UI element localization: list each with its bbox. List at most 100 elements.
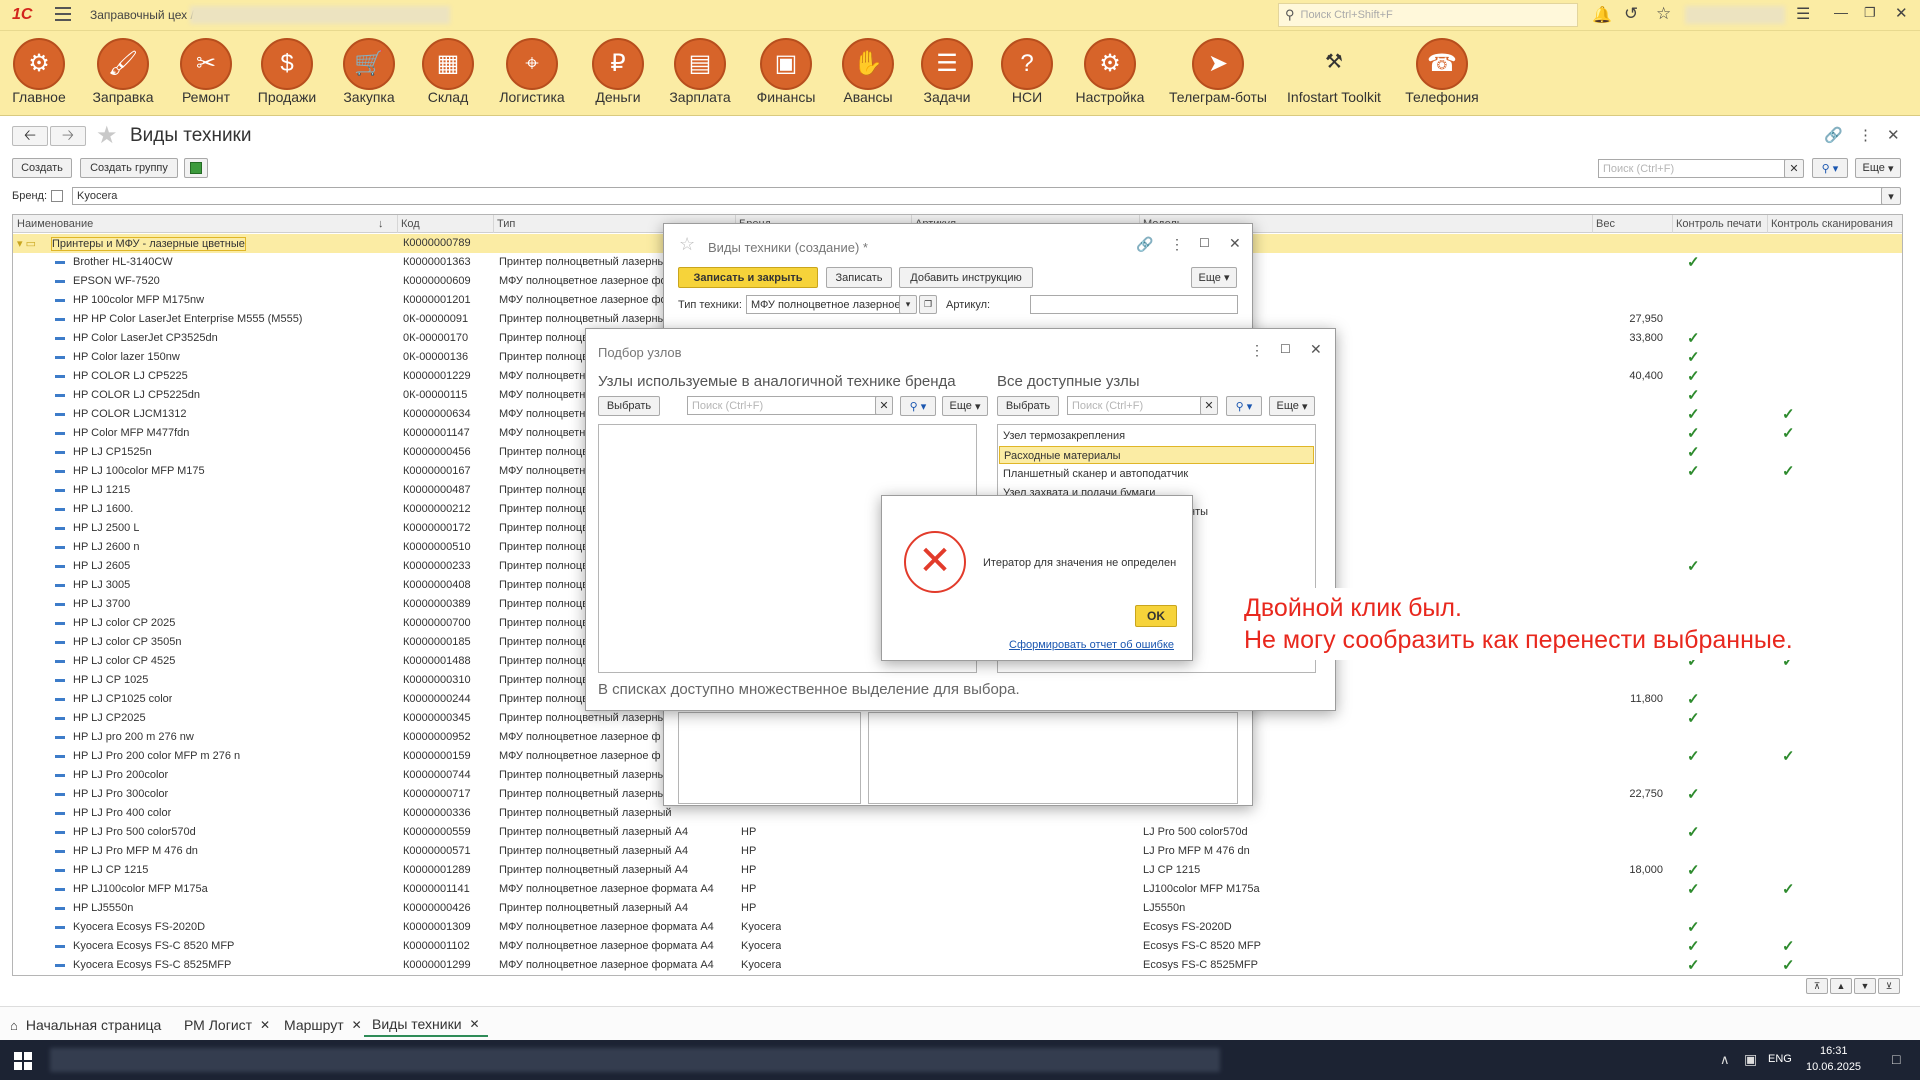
settings-menu-icon[interactable]: ☰	[1796, 4, 1810, 24]
table-row[interactable]: HP LJ Pro 400 color К0000000336 Принтер по…	[13, 804, 1902, 823]
window-menu-icon[interactable]: ⋮	[1250, 342, 1264, 359]
window-close-icon[interactable]: ✕	[1310, 341, 1322, 358]
brand-filter-field[interactable]: Kyocera	[72, 187, 1883, 205]
menu-icon[interactable]	[55, 7, 71, 21]
close-tab-icon[interactable]: ✕	[470, 1017, 480, 1031]
sort-desc-icon[interactable]: ↓	[378, 218, 384, 230]
notifications-icon[interactable]: □	[1892, 1051, 1900, 1067]
error-report-link[interactable]: Сформировать отчет об ошибке	[1009, 639, 1174, 651]
window-close-icon[interactable]: ✕	[1229, 235, 1241, 252]
section-phone[interactable]: ☎ Телефония	[1382, 31, 1502, 116]
brand-dropdown-button[interactable]: ▾	[1881, 187, 1901, 205]
cell-code: К0000000244	[403, 693, 471, 705]
add-instruction-button[interactable]: Добавить инструкцию	[899, 267, 1033, 288]
ok-button[interactable]: OK	[1135, 605, 1177, 627]
forward-button[interactable]: 🡢	[50, 126, 86, 146]
table-row[interactable]: Kyocera Ecosys FS-2020D К0000001309 МФУ по…	[13, 918, 1902, 937]
column-header[interactable]: Тип	[497, 218, 515, 230]
link-icon[interactable]: 🔗	[1136, 236, 1153, 253]
type-field[interactable]: МФУ полноцветное лазерное	[746, 295, 901, 314]
left-search-clear-button[interactable]: ✕	[875, 396, 893, 415]
instruction-details[interactable]	[868, 712, 1238, 804]
table-row[interactable]: HP LJ Pro MFP M 476 dn К0000000571 Принтер…	[13, 842, 1902, 861]
create-group-button[interactable]: Создать группу	[80, 158, 178, 178]
favorite-star-icon[interactable]: ★	[96, 121, 118, 150]
print-check-icon: ✓	[1687, 824, 1700, 841]
save-and-close-button[interactable]: Записать и закрыть	[678, 267, 818, 288]
table-row[interactable]: HP LJ CP 1215 К0000001289 Принтер полноцве…	[13, 861, 1902, 880]
save-button[interactable]: Записать	[826, 267, 892, 288]
create-more-button[interactable]: Еще ▾	[1191, 267, 1237, 288]
brand-checkbox[interactable]	[51, 190, 63, 202]
history-icon[interactable]: ↺	[1624, 4, 1638, 24]
scroll-up-button[interactable]: ▲	[1830, 978, 1852, 994]
form-close-icon[interactable]: ✕	[1887, 126, 1900, 144]
instructions-list[interactable]	[678, 712, 861, 804]
right-select-button[interactable]: Выбрать	[997, 396, 1059, 416]
left-more-button[interactable]: Еще ▾	[942, 396, 988, 416]
link-icon[interactable]: 🔗	[1824, 126, 1843, 144]
column-header[interactable]: Контроль сканирования	[1771, 218, 1893, 230]
list-search-clear-button[interactable]: ✕	[1784, 159, 1804, 178]
right-search-clear-button[interactable]: ✕	[1200, 396, 1218, 415]
maximize-icon[interactable]: ☐	[1199, 236, 1210, 250]
star-icon[interactable]: ☆	[1656, 4, 1671, 24]
minimize-icon[interactable]: —	[1834, 4, 1848, 20]
list-item[interactable]: Узел термозакрепления	[999, 427, 1314, 445]
table-row[interactable]: HP LJ Pro 500 color570d К0000000559 Принте…	[13, 823, 1902, 842]
window-star-icon[interactable]: ☆	[679, 234, 695, 255]
windows-start-icon[interactable]	[14, 1052, 32, 1070]
restore-icon[interactable]: ❐	[1864, 5, 1876, 21]
tab-rm-logist[interactable]: РМ Логист ✕	[176, 1013, 278, 1037]
article-field[interactable]	[1030, 295, 1238, 314]
window-menu-icon[interactable]: ⋮	[1170, 236, 1184, 253]
column-header[interactable]: Наименование	[17, 218, 93, 230]
language-indicator[interactable]: ENG	[1768, 1053, 1792, 1065]
bell-icon[interactable]: 🔔	[1592, 5, 1612, 25]
list-more-button[interactable]: Еще ▾	[1855, 158, 1901, 178]
section-toolkit[interactable]: ⚒ Infostart Toolkit	[1274, 31, 1394, 116]
section-label: Настройка	[1075, 89, 1145, 105]
close-tab-icon[interactable]: ✕	[260, 1018, 270, 1032]
scroll-last-button[interactable]: ⊻	[1878, 978, 1900, 994]
section-telegram[interactable]: ➤ Телеграм-боты	[1158, 31, 1278, 116]
right-search-button[interactable]: ⚲ ▾	[1226, 396, 1262, 416]
table-row[interactable]: Kyocera Ecosys FS-C 8520 MFP К0000001102 М…	[13, 937, 1902, 956]
list-item-selected[interactable]: Расходные материалы	[999, 446, 1314, 464]
table-row[interactable]: Kyocera Ecosys FS-C 8525MFP К0000001299 МФ…	[13, 956, 1902, 975]
right-more-button[interactable]: Еще ▾	[1269, 396, 1315, 416]
clock-date[interactable]: 10.06.2025	[1806, 1061, 1861, 1073]
left-search-button[interactable]: ⚲ ▾	[900, 396, 936, 416]
list-item[interactable]: Планшетный сканер и автоподатчик	[999, 465, 1314, 483]
form-menu-icon[interactable]: ⋮	[1858, 126, 1873, 144]
scroll-down-button[interactable]: ▼	[1854, 978, 1876, 994]
scroll-first-button[interactable]: ⊼	[1806, 978, 1828, 994]
column-header[interactable]: Вес	[1596, 218, 1615, 230]
back-button[interactable]: 🡠	[12, 126, 48, 146]
tab-route[interactable]: Маршрут ✕	[276, 1013, 370, 1037]
right-search-input[interactable]: Поиск (Ctrl+F)	[1067, 396, 1204, 415]
column-header[interactable]: Код	[401, 218, 420, 230]
list-search-button[interactable]: ⚲ ▾	[1812, 158, 1848, 178]
network-icon[interactable]: ▣	[1744, 1051, 1757, 1068]
tray-chevron-icon[interactable]: ∧	[1720, 1052, 1730, 1068]
type-open-button[interactable]: ❐	[919, 295, 937, 314]
global-search[interactable]: ⚲ Поиск Ctrl+Shift+F	[1278, 3, 1578, 27]
close-tab-icon[interactable]: ✕	[352, 1018, 362, 1032]
create-button[interactable]: Создать	[12, 158, 72, 178]
section-settings[interactable]: ⚙ Настройка	[1050, 31, 1170, 116]
column-header[interactable]: Контроль печати	[1676, 218, 1761, 230]
close-app-icon[interactable]: ✕	[1895, 4, 1908, 22]
taskbar-apps[interactable]	[50, 1048, 1220, 1072]
left-select-button[interactable]: Выбрать	[598, 396, 660, 416]
clock-time[interactable]: 16:31	[1820, 1045, 1848, 1057]
tab-home[interactable]: ⌂ Начальная страница	[2, 1013, 169, 1037]
excel-export-button[interactable]	[184, 158, 208, 178]
type-dropdown-button[interactable]: ▾	[899, 295, 917, 314]
table-row[interactable]: HP LJ5550n К0000000426 Принтер полноцветны…	[13, 899, 1902, 918]
list-search-input[interactable]: Поиск (Ctrl+F)	[1598, 159, 1786, 178]
maximize-icon[interactable]: ☐	[1280, 342, 1291, 356]
table-row[interactable]: HP LJ100color MFP M175a К0000001141 МФУ по…	[13, 880, 1902, 899]
tab-equipment-types[interactable]: Виды техники ✕	[364, 1013, 488, 1037]
left-search-input[interactable]: Поиск (Ctrl+F)	[687, 396, 879, 415]
